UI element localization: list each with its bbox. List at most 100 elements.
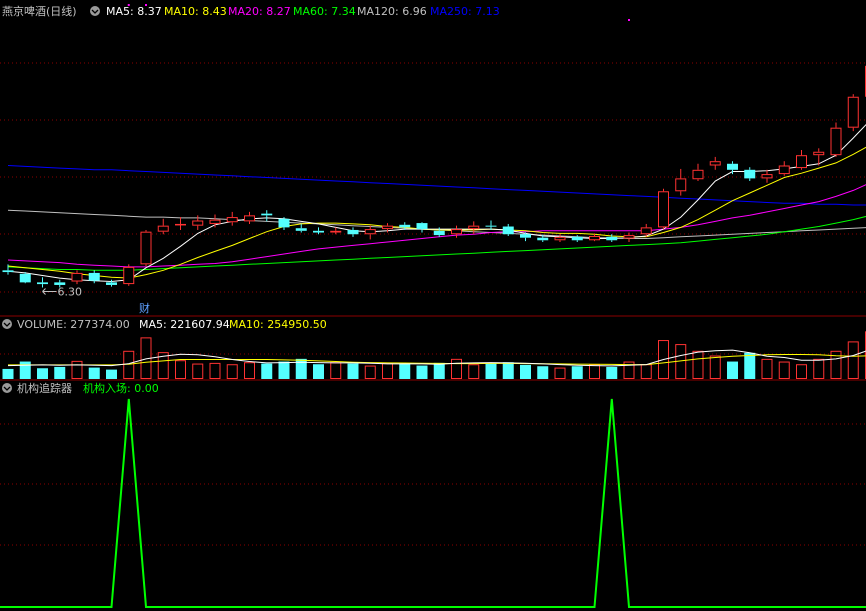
top-marker-dot: [628, 19, 630, 21]
candle-body: [157, 225, 169, 232]
volume-bar: [847, 341, 859, 379]
indicator-series-label: 机构入场: 0.00: [83, 381, 159, 395]
volume-bar: [571, 366, 583, 379]
stock-name: 燕京啤酒: [2, 4, 46, 18]
candle: [727, 161, 738, 175]
candle: [123, 264, 135, 286]
indicator-panel: [0, 398, 866, 608]
volume-bar: [485, 363, 497, 379]
volume-bar: [71, 360, 83, 379]
candle: [658, 188, 669, 230]
candle: [157, 218, 169, 235]
volume-bar: [54, 366, 66, 379]
stock-chart: 8.896.30财 燕京啤酒(日线) MA5: 8.37 MA10: 8.43 …: [0, 4, 866, 608]
candle: [830, 122, 842, 157]
settings-toggle-price[interactable]: [90, 6, 100, 16]
candle-body: [433, 230, 445, 236]
event-marker-finance: 财: [139, 301, 150, 315]
settings-toggle-indicator[interactable]: [2, 383, 12, 393]
candle: [244, 211, 255, 224]
candle-body: [813, 151, 825, 156]
candle: [347, 227, 359, 237]
candle: [71, 270, 83, 285]
candle-body: [71, 272, 83, 282]
candle: [175, 217, 186, 230]
volume-bar: [502, 362, 514, 379]
candle-body: [2, 270, 14, 273]
volume-bar: [382, 362, 393, 379]
volume-bar: [399, 363, 411, 379]
volume-bar: [778, 361, 790, 379]
candle-body: [623, 235, 635, 239]
volume-panel: [2, 331, 866, 380]
candle-body: [640, 227, 652, 235]
candle-body: [330, 230, 342, 233]
volume-bar: [2, 368, 14, 379]
candle: [485, 220, 497, 230]
candle-body: [606, 236, 618, 241]
candle-body: [192, 220, 204, 226]
candle: [744, 167, 756, 181]
volume-bar: [37, 368, 48, 379]
institution-entry-line: [0, 398, 866, 608]
candle-body: [658, 191, 669, 228]
candle-body: [123, 266, 135, 285]
ma5-label: MA5: 8.37: [106, 5, 162, 18]
chevron-down-icon: [2, 383, 12, 393]
candle-body: [692, 169, 704, 180]
candle-body: [451, 229, 462, 235]
volume-legend: VOLUME: 277374.00 MA5: 221607.94 MA10: 2…: [17, 318, 327, 331]
ma250-label: MA250: 7.13: [430, 5, 500, 18]
grid-lines: [0, 62, 866, 546]
price-panel: 8.896.30财: [2, 4, 866, 315]
candle: [675, 168, 687, 196]
candle: [761, 169, 773, 183]
candle-body: [295, 228, 307, 231]
candle-body: [399, 224, 411, 228]
candle-body: [416, 223, 428, 230]
low-price-label: 6.30: [58, 286, 83, 299]
header-line: 燕京啤酒(日线): [2, 4, 77, 18]
candle-body: [830, 127, 842, 156]
price-ma5-line: [7, 123, 866, 283]
volume-bars: [2, 331, 866, 380]
ma-legend: MA5: 8.37 MA10: 8.43 MA20: 8.27 MA60: 7.…: [106, 5, 500, 18]
candle-body: [847, 96, 859, 128]
volume-bar: [123, 350, 135, 379]
volume-bar: [106, 369, 117, 379]
volume-bar: [606, 366, 618, 379]
volume-bar: [261, 363, 273, 379]
candle-body: [554, 236, 566, 241]
volume-bar: [330, 362, 342, 380]
volume-bar: [744, 352, 756, 379]
volume-bar: [589, 364, 600, 380]
volume-bar: [416, 365, 428, 379]
candle: [692, 163, 704, 181]
candle-body: [675, 178, 687, 192]
candle: [37, 277, 48, 288]
candle: [261, 210, 273, 222]
candle-body: [278, 218, 290, 228]
volume-bar: [364, 365, 376, 380]
candle: [140, 229, 152, 267]
ma60-label: MA60: 7.34: [293, 5, 356, 18]
volume-ma5-label: MA5: 221607.94: [139, 318, 230, 331]
candle: [502, 223, 514, 236]
candle-body: [19, 273, 31, 283]
volume-bar: [709, 355, 721, 379]
volume-bar: [796, 364, 807, 380]
indicator-name: 机构追踪器: [17, 381, 72, 395]
settings-toggle-volume[interactable]: [2, 319, 12, 329]
candle: [416, 222, 428, 233]
candle-body: [744, 169, 756, 179]
volume-bar: [19, 361, 31, 379]
candle-body: [364, 229, 376, 235]
candle-body: [571, 236, 583, 241]
volume-bar: [175, 360, 186, 380]
candle-body: [313, 230, 324, 233]
volume-bar: [451, 358, 462, 380]
candle-body: [502, 226, 514, 235]
volume-bar: [278, 361, 290, 379]
candle-body: [520, 234, 531, 238]
volume-bar: [88, 367, 100, 379]
